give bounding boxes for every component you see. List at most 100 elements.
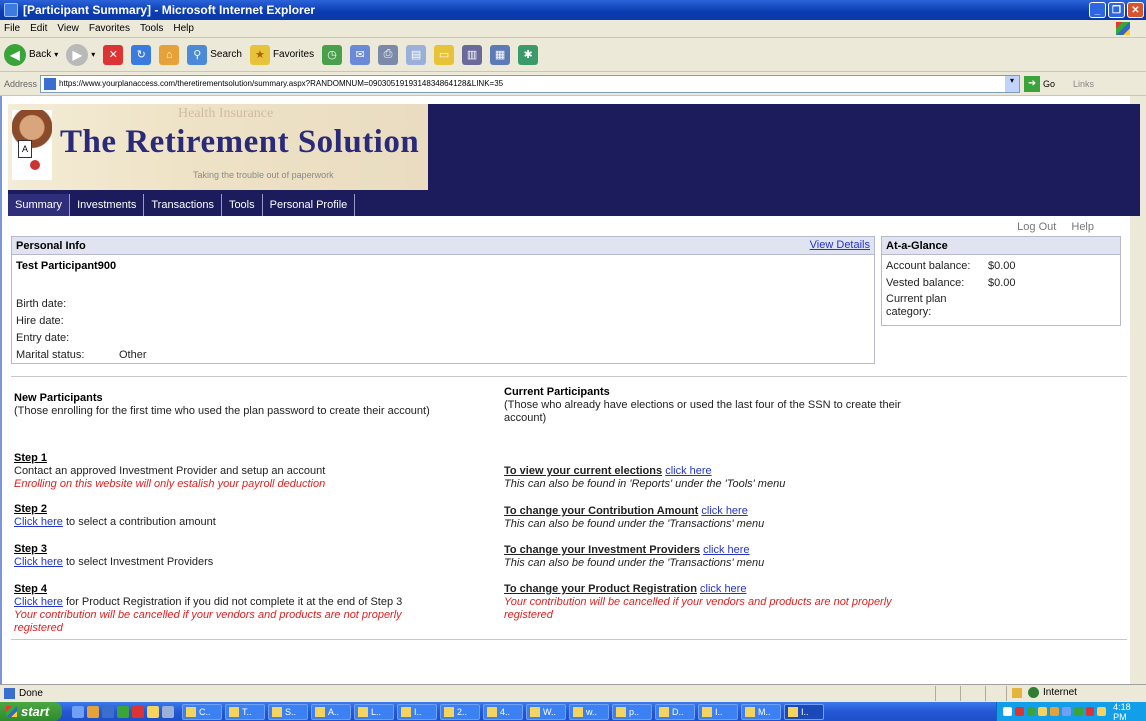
- taskbar-button[interactable]: 4..: [483, 703, 523, 720]
- lock-icon: [1012, 687, 1022, 698]
- tray-icon[interactable]: [1097, 707, 1107, 716]
- search-button[interactable]: ⚲ Search: [187, 44, 242, 65]
- logout-link[interactable]: Log Out: [1017, 221, 1056, 233]
- field-label: Marital status:: [16, 349, 85, 361]
- nav-investments[interactable]: Investments: [70, 194, 145, 216]
- tray-icon[interactable]: [1061, 707, 1071, 716]
- nav-summary[interactable]: Summary: [8, 194, 71, 216]
- field-label: Hire date:: [16, 315, 64, 327]
- at-a-glance-panel: At-a-Glance Account balance: $0.00 Veste…: [881, 236, 1121, 326]
- maximize-button[interactable]: ❐: [1108, 2, 1125, 18]
- site-title: The Retirement Solution: [60, 124, 420, 160]
- address-input[interactable]: https://www.yourplanaccess.com/theretire…: [40, 74, 1021, 93]
- current-participants-title: Current Participants: [504, 386, 610, 398]
- menu-favorites[interactable]: Favorites: [89, 23, 130, 34]
- tray-icon[interactable]: [1085, 707, 1095, 716]
- close-button[interactable]: ✕: [1127, 2, 1144, 18]
- taskbar-button[interactable]: W..: [526, 703, 566, 720]
- back-label: Back: [29, 49, 52, 60]
- stop-icon[interactable]: ✕: [103, 44, 124, 65]
- menu-edit[interactable]: Edit: [30, 23, 47, 34]
- change-contribution-link[interactable]: click here: [701, 505, 747, 517]
- menu-help[interactable]: Help: [173, 23, 194, 34]
- taskbar-button[interactable]: C..: [182, 703, 222, 720]
- go-button[interactable]: ➜ Go: [1024, 75, 1055, 92]
- print-icon[interactable]: ⎙: [378, 44, 399, 65]
- taskbar-button[interactable]: w..: [569, 703, 609, 720]
- account-balance-value: $0.00: [988, 260, 1016, 272]
- change-registration-line: To change your Product Registration clic…: [504, 583, 746, 595]
- back-arrow-icon: ◀: [4, 43, 26, 66]
- help-link[interactable]: Help: [1071, 221, 1094, 233]
- taskbar-button[interactable]: I..: [397, 703, 437, 720]
- taskbar-button[interactable]: T..: [225, 703, 265, 720]
- back-button[interactable]: ◀ Back ▾: [4, 43, 58, 66]
- taskbar-button[interactable]: S..: [268, 703, 308, 720]
- taskbar-button[interactable]: I..: [698, 703, 738, 720]
- window-titlebar: [Participant Summary] - Microsoft Intern…: [0, 0, 1146, 20]
- quicklaunch-icon[interactable]: [162, 705, 174, 718]
- taskbar-button[interactable]: p..: [612, 703, 652, 720]
- tray-icon[interactable]: [1038, 707, 1048, 716]
- quicklaunch-icon[interactable]: [102, 705, 114, 718]
- taskbar-button-active[interactable]: I..: [784, 703, 824, 720]
- taskbar-button[interactable]: A..: [311, 703, 351, 720]
- taskbar-button[interactable]: L..: [354, 703, 394, 720]
- research-icon[interactable]: ▥: [462, 44, 483, 65]
- quicklaunch-icon[interactable]: [132, 705, 144, 718]
- nav-personal-profile[interactable]: Personal Profile: [263, 194, 356, 216]
- tray-icon[interactable]: [1050, 707, 1059, 716]
- step1-heading: Step 1: [14, 452, 48, 464]
- windows-flag-icon: [6, 706, 17, 717]
- change-providers-link[interactable]: click here: [703, 544, 749, 556]
- account-balance-label: Account balance:: [886, 260, 971, 272]
- tools-extra-icon[interactable]: ✱: [518, 44, 539, 65]
- taskbar-button[interactable]: 2..: [440, 703, 480, 720]
- page-icon: [44, 77, 57, 90]
- favorites-button[interactable]: ★ Favorites: [249, 44, 314, 65]
- nav-transactions[interactable]: Transactions: [144, 194, 222, 216]
- quicklaunch-icon[interactable]: [147, 705, 159, 718]
- nav-tools[interactable]: Tools: [222, 194, 263, 216]
- tray-icon[interactable]: [1003, 707, 1012, 716]
- taskbar-button[interactable]: D..: [655, 703, 695, 720]
- minimize-button[interactable]: _: [1089, 2, 1106, 18]
- folder-icon[interactable]: ▭: [434, 44, 455, 65]
- change-registration-label: To change your Product Registration: [504, 583, 697, 595]
- view-elections-link[interactable]: click here: [665, 465, 711, 477]
- links-button[interactable]: Links: [1073, 79, 1094, 89]
- view-elections-line: To view your current elections click her…: [504, 465, 712, 477]
- menu-tools[interactable]: Tools: [140, 23, 163, 34]
- site-logo: Health Insurance A The Retirement Soluti…: [8, 104, 428, 190]
- quicklaunch-icon[interactable]: [117, 705, 129, 718]
- menu-file[interactable]: File: [4, 23, 20, 34]
- tray-icon[interactable]: [1073, 707, 1083, 716]
- edit-icon[interactable]: ▤: [406, 44, 427, 65]
- start-button[interactable]: start: [0, 702, 62, 721]
- messenger-icon[interactable]: ▦: [490, 44, 511, 65]
- quicklaunch-icon[interactable]: [87, 705, 99, 718]
- top-links: Log Out Help: [1005, 221, 1094, 233]
- history-icon[interactable]: ◷: [322, 44, 343, 65]
- step2-click-here-link[interactable]: Click here: [14, 516, 63, 528]
- quicklaunch-icon[interactable]: [72, 705, 84, 718]
- clock: 4:18 PM: [1113, 701, 1131, 721]
- change-providers-note: This can also be found under the 'Transa…: [504, 557, 765, 569]
- address-dropdown-icon[interactable]: ▾: [1005, 75, 1020, 92]
- home-icon[interactable]: ⌂: [159, 44, 180, 65]
- forward-button[interactable]: ▶ ▾: [66, 43, 95, 66]
- refresh-icon[interactable]: ↻: [131, 44, 152, 65]
- taskbar-button[interactable]: M..: [741, 703, 781, 720]
- address-bar: Address https://www.yourplanaccess.com/t…: [0, 72, 1146, 96]
- tray-icon[interactable]: [1026, 707, 1036, 716]
- step3-click-here-link[interactable]: Click here: [14, 556, 63, 568]
- step4-click-here-link[interactable]: Click here: [14, 596, 63, 608]
- step2-text: to select a contribution amount: [62, 516, 216, 528]
- tray-icon[interactable]: [1014, 707, 1024, 716]
- field-label: Birth date:: [16, 298, 67, 310]
- change-registration-link[interactable]: click here: [700, 583, 746, 595]
- mail-icon[interactable]: ✉: [350, 44, 371, 65]
- participant-name: Test Participant900: [16, 260, 117, 272]
- view-details-link[interactable]: View Details: [810, 239, 870, 251]
- menu-view[interactable]: View: [57, 23, 79, 34]
